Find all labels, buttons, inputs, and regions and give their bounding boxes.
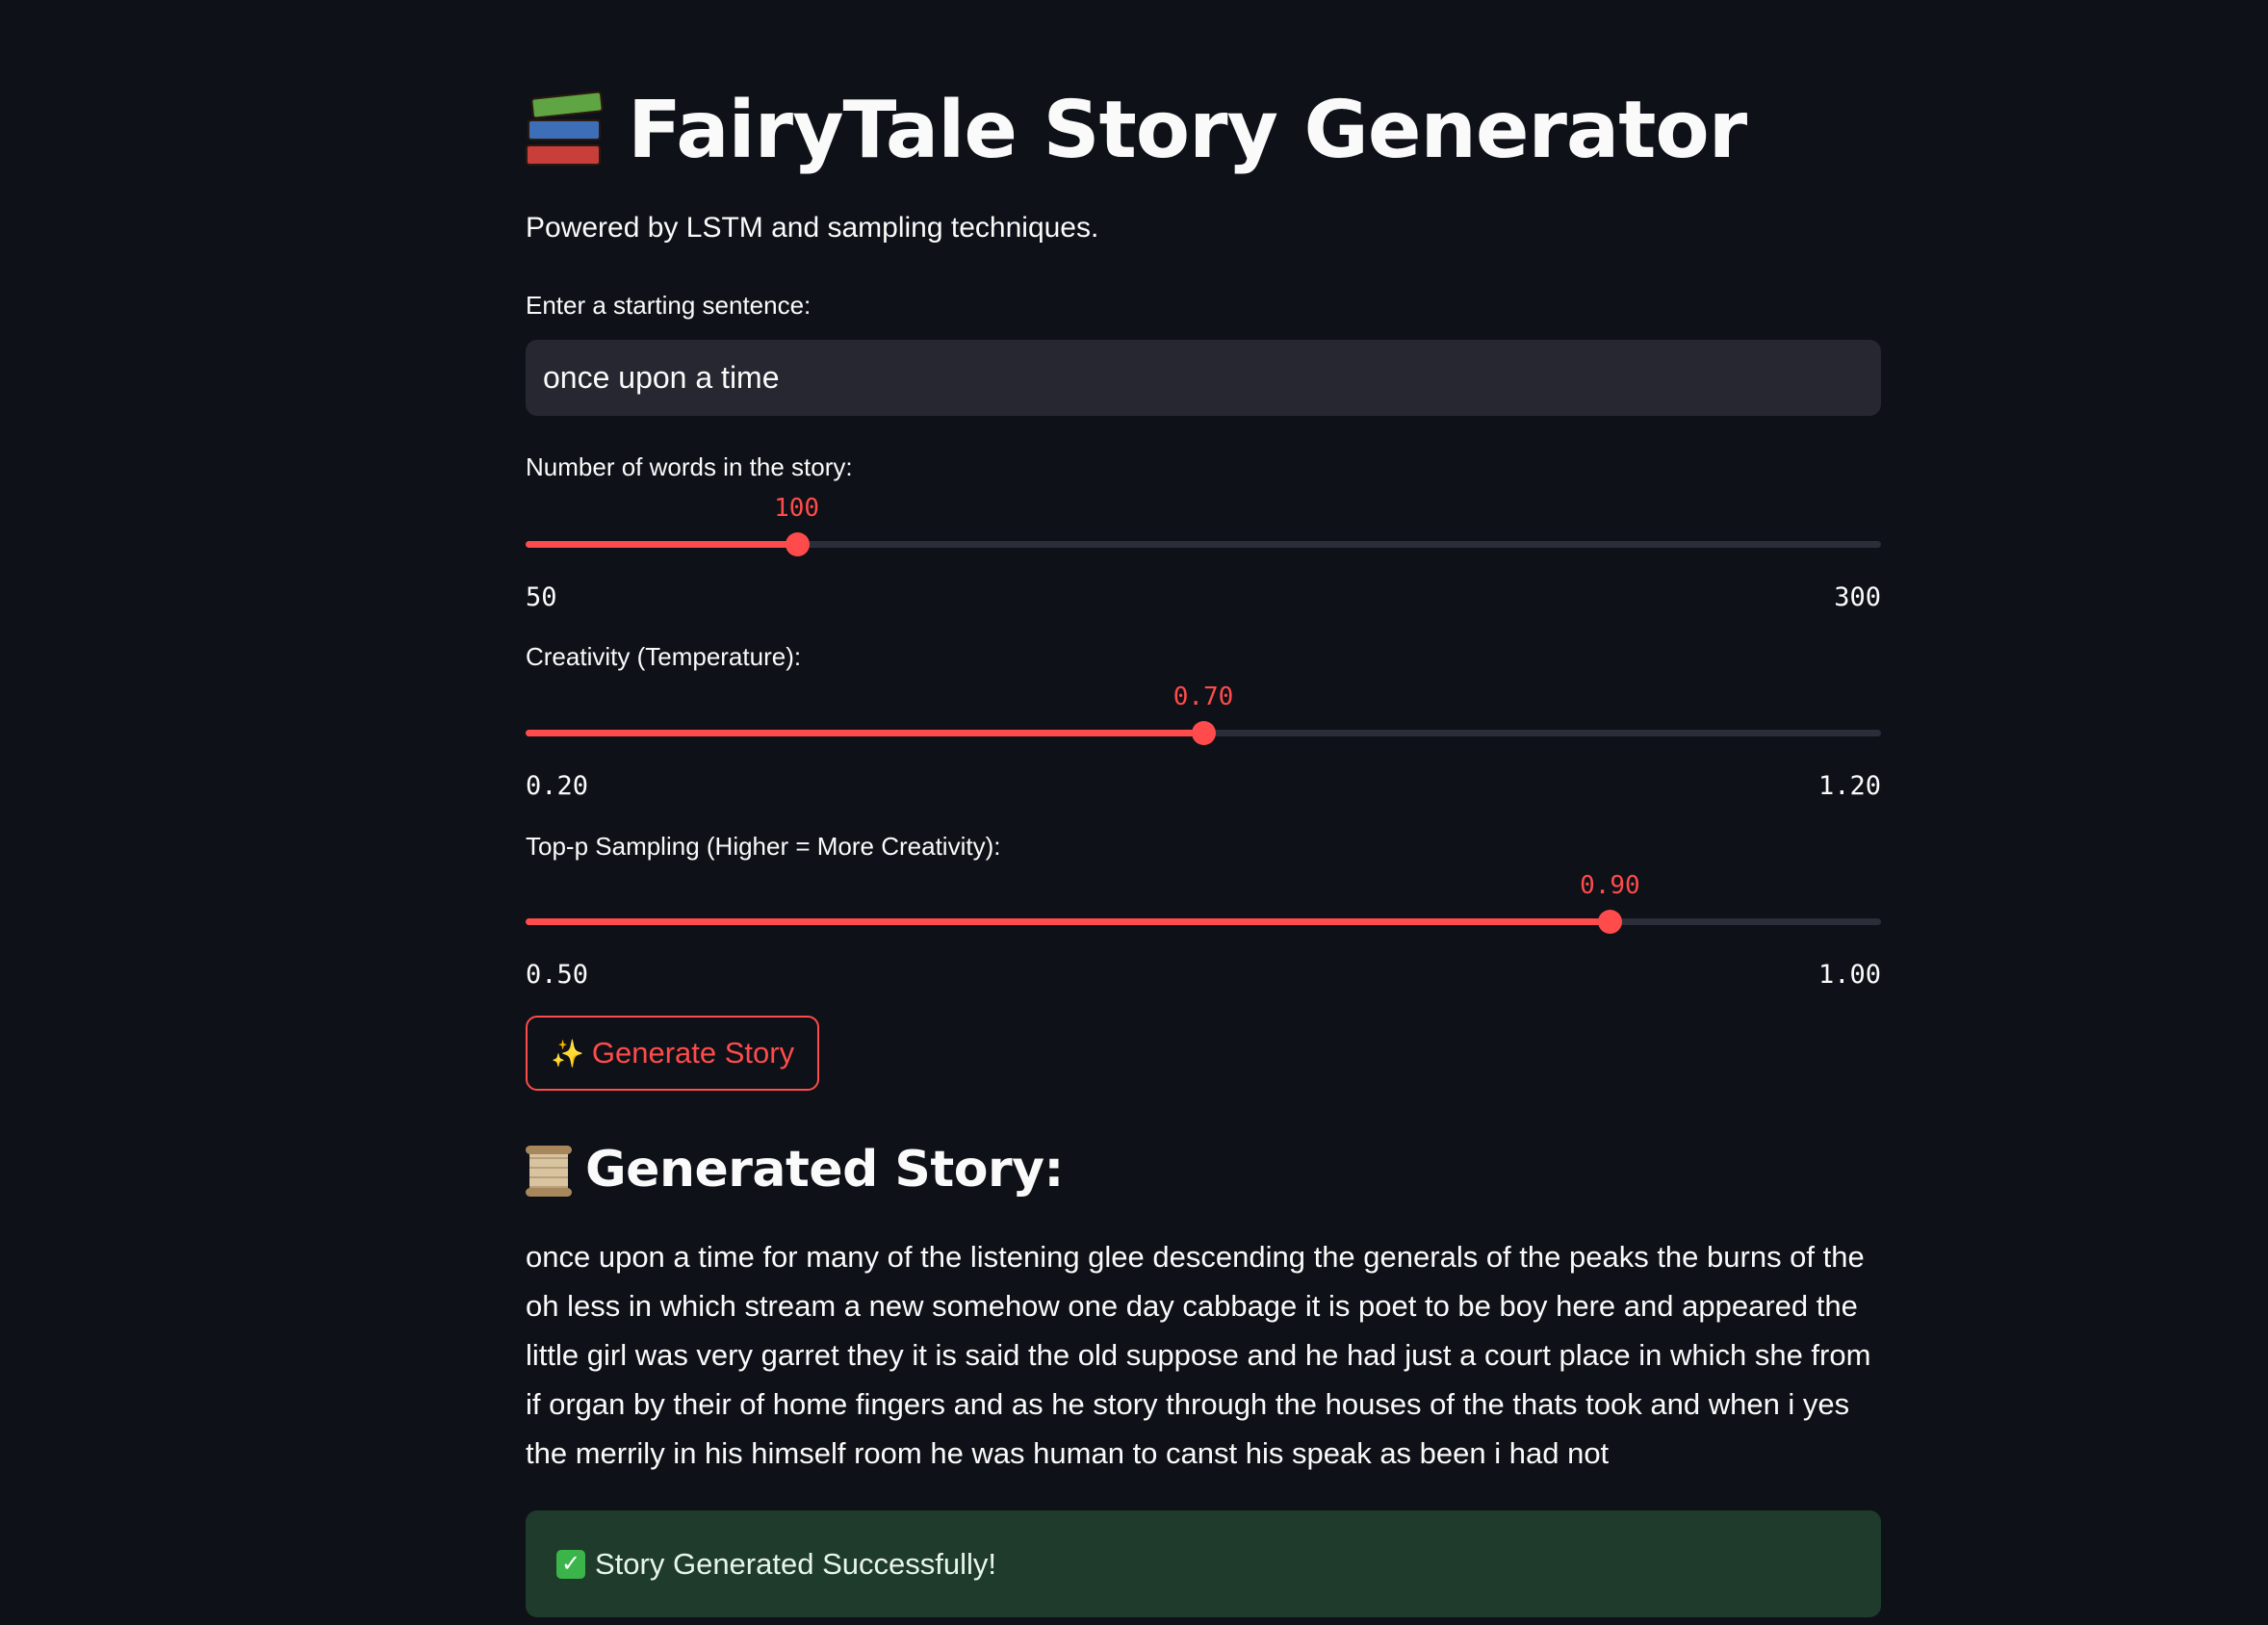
success-alert: ✓ Story Generated Successfully! xyxy=(526,1510,1881,1617)
slider-current-value: 0.90 xyxy=(1580,871,1640,900)
page-title-text: FairyTale Story Generator xyxy=(628,84,1747,176)
generate-story-label: Generate Story xyxy=(591,1036,795,1070)
slider-max-label: 1.00 xyxy=(1817,960,1881,990)
check-mark-icon: ✓ xyxy=(556,1549,585,1579)
generated-story-text: once upon a time for many of the listeni… xyxy=(526,1240,1871,1470)
slider-track-fill xyxy=(526,730,1203,736)
slider-thumb[interactable] xyxy=(1192,721,1216,745)
word-count-slider[interactable]: 100 50 300 xyxy=(526,494,1881,613)
slider-current-value: 0.70 xyxy=(1173,683,1234,711)
start-sentence-input[interactable]: once upon a time xyxy=(526,340,1881,416)
temperature-label: Creativity (Temperature): xyxy=(526,642,802,671)
start-sentence-label: Enter a starting sentence: xyxy=(526,291,812,320)
slider-current-value: 100 xyxy=(774,494,820,523)
slider-track[interactable] xyxy=(526,918,1881,925)
temperature-slider[interactable]: 0.70 0.20 1.20 xyxy=(526,683,1881,802)
word-count-label: Number of words in the story: xyxy=(526,452,853,481)
slider-track[interactable] xyxy=(526,541,1881,548)
slider-max-label: 300 xyxy=(1834,582,1881,612)
generate-story-button[interactable]: ✨ Generate Story xyxy=(526,1016,820,1091)
page-title: FairyTale Story Generator xyxy=(526,77,1747,183)
slider-min-label: 50 xyxy=(526,582,557,612)
slider-thumb[interactable] xyxy=(785,532,810,556)
slider-min-label: 0.50 xyxy=(526,960,589,990)
slider-track-fill xyxy=(526,918,1611,925)
top-p-label: Top-p Sampling (Higher = More Creativity… xyxy=(526,832,1001,861)
slider-max-label: 1.20 xyxy=(1817,771,1881,801)
sparkles-icon: ✨ xyxy=(551,1038,584,1069)
scroll-icon xyxy=(526,1144,572,1197)
books-icon xyxy=(526,90,604,168)
top-p-slider[interactable]: 0.90 0.50 1.00 xyxy=(526,871,1881,991)
slider-thumb[interactable] xyxy=(1598,910,1623,934)
page-subtitle: Powered by LSTM and sampling techniques. xyxy=(526,212,1099,244)
start-sentence-value: once upon a time xyxy=(543,360,780,395)
generated-story-heading-text: Generated Story: xyxy=(585,1141,1064,1199)
slider-min-label: 0.20 xyxy=(526,771,589,801)
success-message: Story Generated Successfully! xyxy=(595,1546,996,1581)
slider-track-fill xyxy=(526,541,797,548)
generated-story-heading: Generated Story: xyxy=(526,1136,1064,1203)
